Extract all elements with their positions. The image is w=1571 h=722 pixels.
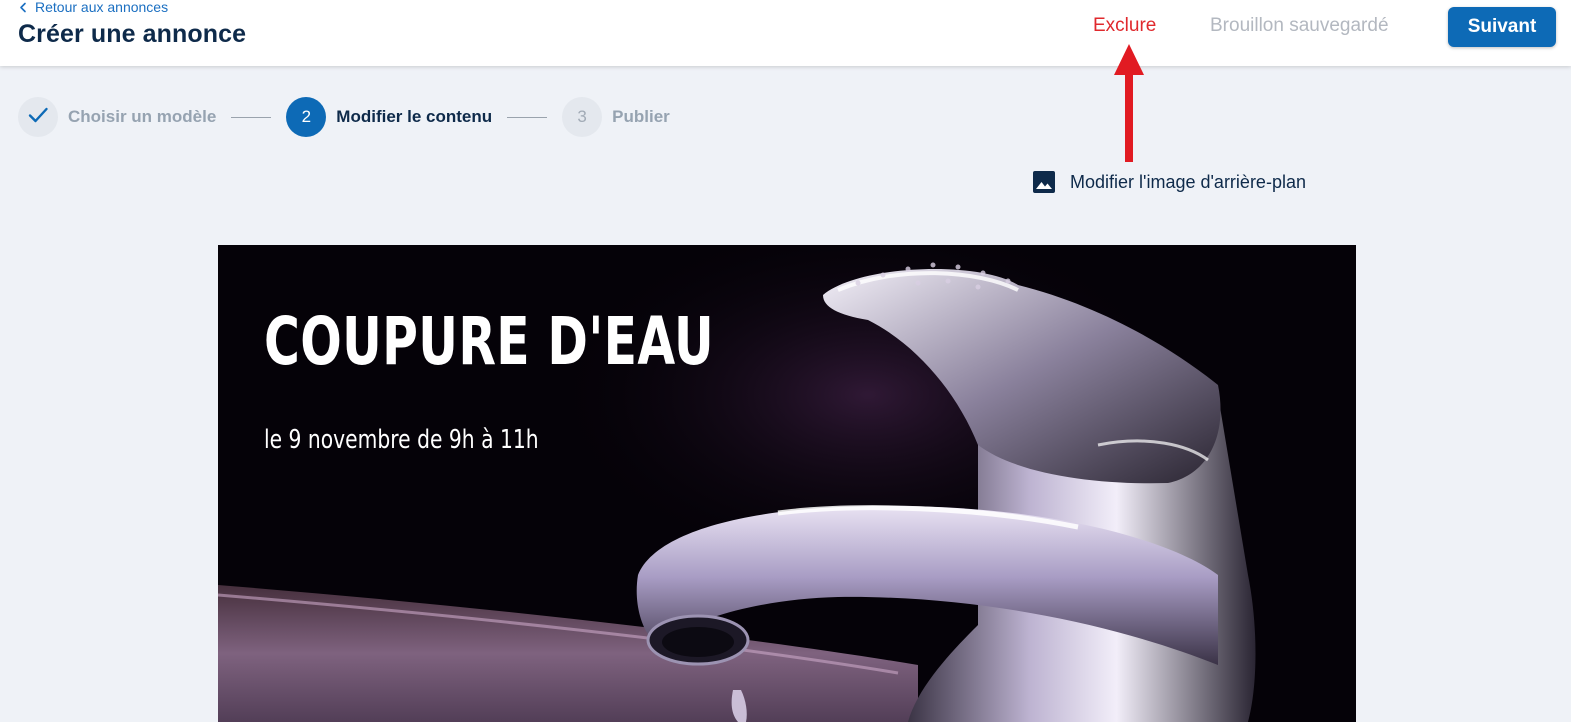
step-label: Publier	[612, 107, 670, 126]
announcement-subtitle[interactable]: le 9 novembre de 9h à 11h	[264, 425, 539, 455]
step-completed-indicator	[18, 97, 58, 137]
edit-background-image-button[interactable]: Modifier l'image d'arrière-plan	[1032, 170, 1306, 194]
edit-background-label: Modifier l'image d'arrière-plan	[1070, 171, 1306, 192]
announcement-preview[interactable]: COUPURE D'EAU le 9 novembre de 9h à 11h	[218, 245, 1356, 722]
back-link-label: Retour aux annonces	[35, 0, 169, 15]
image-icon	[1032, 170, 1056, 194]
draft-saved-status: Brouillon sauvegardé	[1210, 15, 1389, 36]
step-publish[interactable]: 3 Publier	[562, 97, 670, 137]
top-header: Retour aux annonces Créer une annonce Ex…	[0, 0, 1571, 66]
next-button[interactable]: Suivant	[1448, 7, 1556, 47]
step-choose-template[interactable]: Choisir un modèle	[18, 97, 216, 137]
step-number-badge: 3	[562, 97, 603, 137]
step-connector	[507, 116, 548, 118]
back-to-announcements-link[interactable]: Retour aux annonces	[18, 0, 168, 15]
page-title: Créer une annonce	[18, 20, 247, 48]
step-number-badge: 2	[286, 97, 327, 137]
check-icon	[27, 104, 49, 131]
arrow-up-icon	[1110, 44, 1148, 166]
exclude-button[interactable]: Exclure	[1093, 15, 1156, 37]
progress-stepper: Choisir un modèle 2 Modifier le contenu …	[18, 97, 670, 137]
step-label: Choisir un modèle	[68, 107, 217, 126]
chevron-left-icon	[18, 2, 29, 13]
step-label: Modifier le contenu	[336, 107, 493, 126]
announcement-title[interactable]: COUPURE D'EAU	[264, 303, 714, 380]
step-connector	[231, 116, 272, 118]
step-edit-content[interactable]: 2 Modifier le contenu	[286, 97, 492, 137]
